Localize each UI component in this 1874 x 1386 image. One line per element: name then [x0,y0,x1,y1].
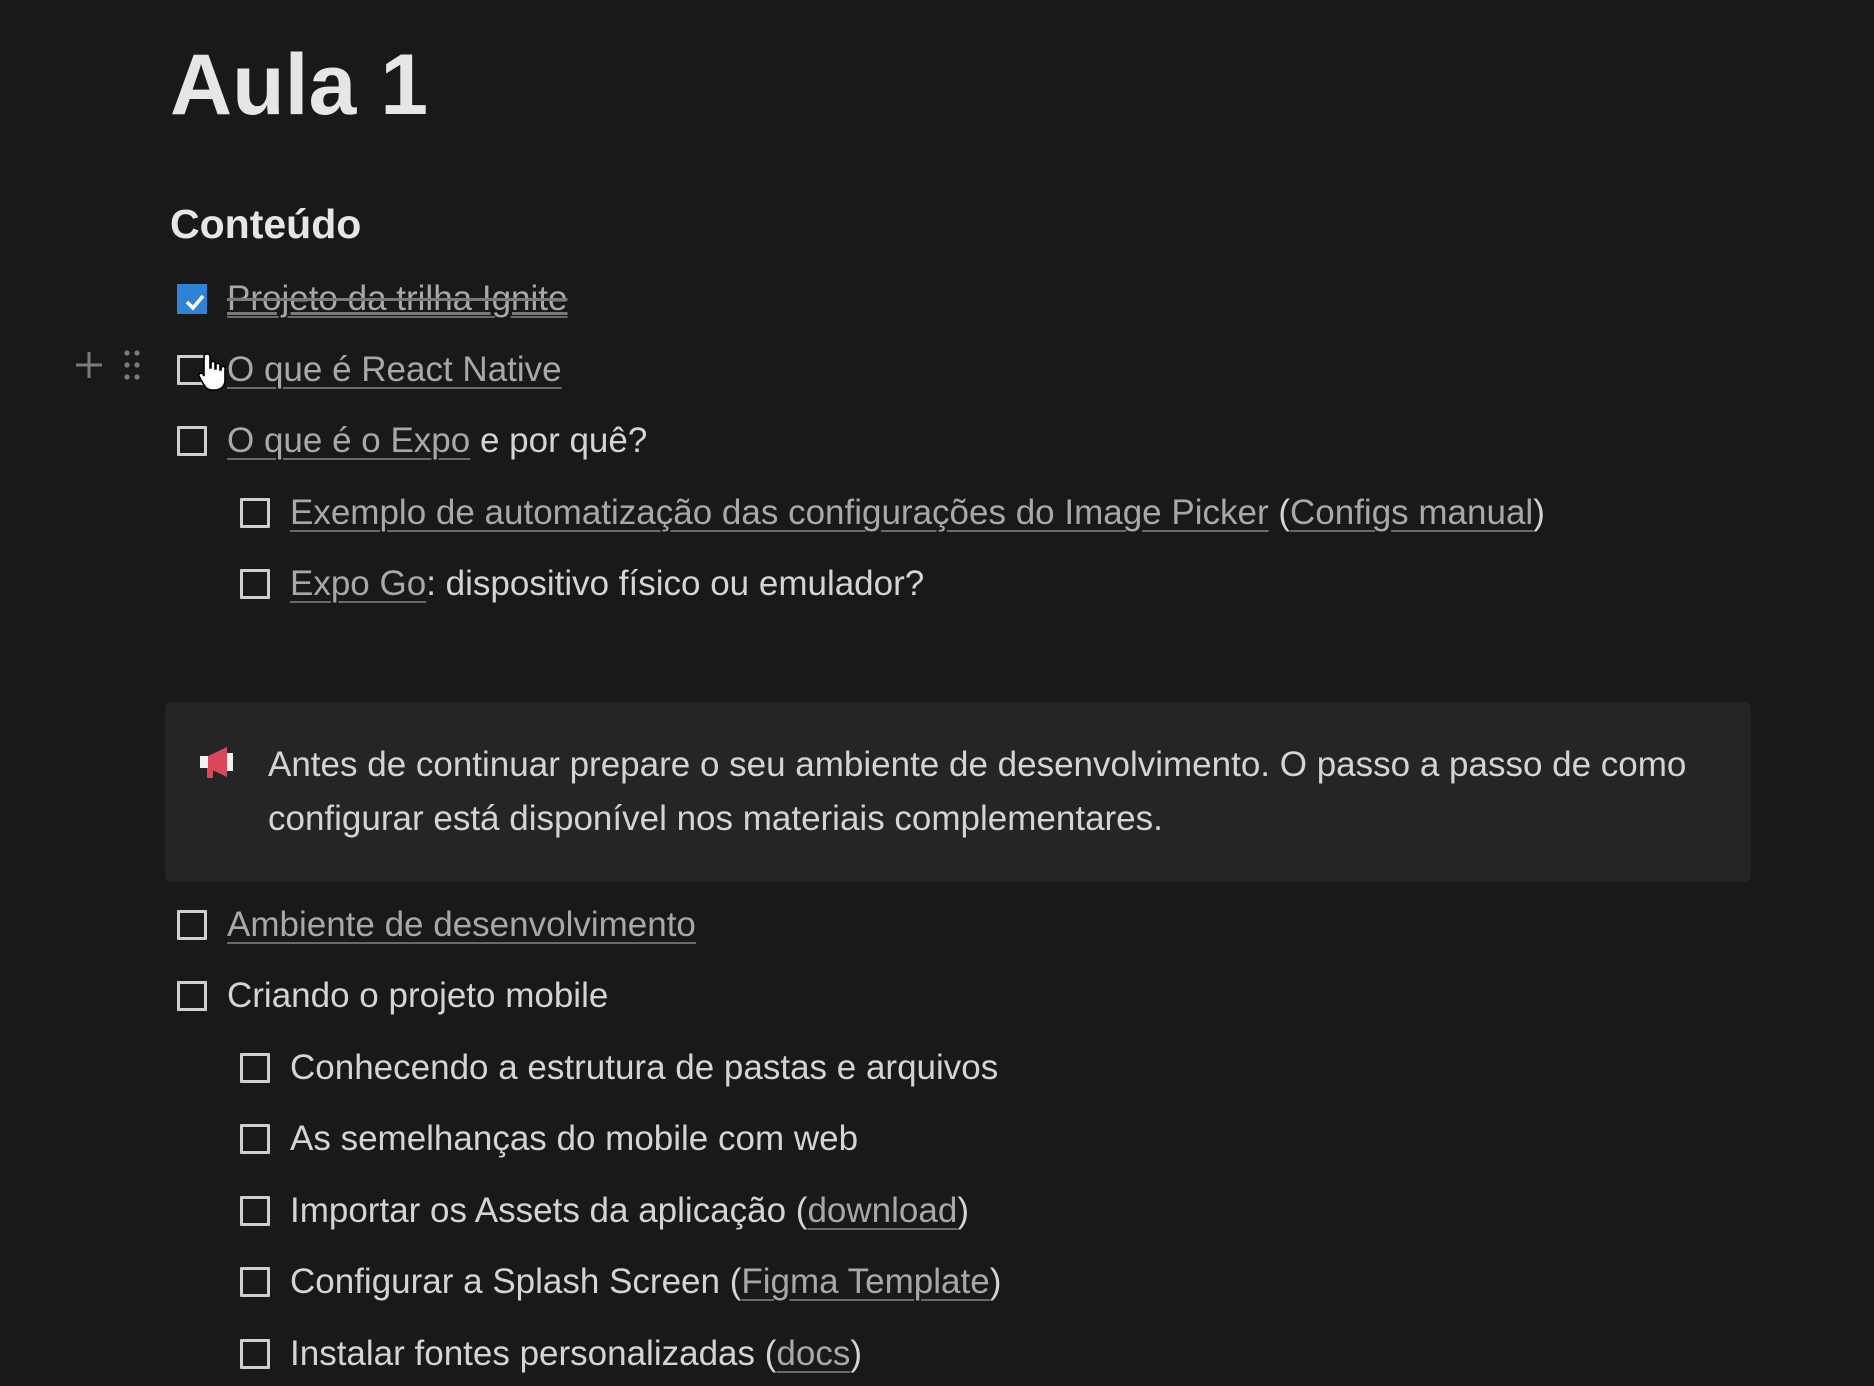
plus-icon[interactable] [74,350,104,385]
checkmark-icon [185,294,205,311]
checkbox[interactable] [240,1339,270,1369]
todo-text-segment: : dispositivo físico ou emulador? [426,564,925,603]
hand-cursor-icon [198,352,228,397]
todo-text: Conhecendo a estrutura de pastas e arqui… [290,1048,998,1088]
notion-page: Aula 1 Conteúdo Projeto da trilha Ignite… [0,0,1874,1386]
checkbox[interactable] [177,981,207,1011]
todo-text: Criando o projeto mobile [227,976,608,1016]
todo-text-segment: Importar os Assets da aplicação ( [290,1191,808,1230]
todo-link[interactable]: Configs manual [1290,493,1533,532]
todo-text: Projeto da trilha Ignite [227,279,567,319]
todo-text-segment: e por quê? [470,421,648,460]
checkbox[interactable] [177,426,207,456]
todo-item[interactable]: Criando o projeto mobile [177,968,608,1024]
todo-text: O que é React Native [227,350,562,390]
todo-text: Importar os Assets da aplicação (downloa… [290,1191,969,1231]
checkbox[interactable] [240,1196,270,1226]
todo-item[interactable]: Exemplo de automatização das configuraçõ… [240,485,1545,541]
megaphone-icon [197,744,237,785]
todo-text-segment: ) [850,1334,862,1373]
todo-item[interactable]: Importar os Assets da aplicação (downloa… [240,1183,969,1239]
todo-text: Ambiente de desenvolvimento [227,905,696,945]
todo-link[interactable]: Figma Template [741,1262,989,1301]
todo-text-segment: ) [1533,493,1545,532]
todo-item[interactable]: Configurar a Splash Screen (Figma Templa… [240,1254,1001,1310]
checkbox[interactable] [240,1267,270,1297]
checkbox[interactable] [240,1053,270,1083]
todo-text-segment: ) [989,1262,1002,1301]
todo-link[interactable]: Projeto da trilha Ignite [227,279,567,318]
todo-text-segment: Configurar a Splash Screen ( [290,1262,742,1301]
todo-item[interactable]: Conhecendo a estrutura de pastas e arqui… [240,1040,998,1096]
todo-item[interactable]: Expo Go: dispositivo físico ou emulador? [240,556,924,612]
todo-item[interactable]: O que é React Native [177,342,562,398]
todo-text: Instalar fontes personalizadas (docs) [290,1334,862,1374]
block-hover-tools [74,348,142,387]
callout-block[interactable]: Antes de continuar prepare o seu ambient… [165,702,1751,882]
todo-text: As semelhanças do mobile com web [290,1119,858,1159]
callout-text: Antes de continuar prepare o seu ambient… [268,745,1687,838]
todo-item[interactable]: As semelhanças do mobile com web [240,1111,858,1167]
todo-link[interactable]: O que é o Expo [227,421,470,460]
checkbox[interactable] [177,910,207,940]
checkbox[interactable] [240,498,270,528]
todo-text-segment: ( [1268,493,1290,532]
todo-link[interactable]: download [807,1191,957,1230]
checkbox[interactable] [240,569,270,599]
todo-item[interactable]: Ambiente de desenvolvimento [177,897,696,953]
todo-text-segment: Conhecendo a estrutura de pastas e arqui… [290,1048,999,1087]
todo-link[interactable]: docs [776,1334,850,1373]
todo-link[interactable]: Ambiente de desenvolvimento [227,905,696,944]
todo-text-segment: Instalar fontes personalizadas ( [290,1334,777,1373]
page-title[interactable]: Aula 1 [170,30,428,140]
checkbox-checked[interactable] [177,284,207,314]
todo-link[interactable]: Expo Go [290,564,426,603]
todo-item[interactable]: O que é o Expo e por quê? [177,413,647,469]
todo-text-segment: ) [957,1191,969,1230]
todo-link[interactable]: O que é React Native [227,350,562,389]
todo-item[interactable]: Projeto da trilha Ignite [177,271,567,327]
drag-handle-icon[interactable] [122,348,142,387]
todo-item[interactable]: Instalar fontes personalizadas (docs) [240,1326,862,1382]
todo-text-segment: Criando o projeto mobile [227,976,609,1015]
todo-link[interactable]: Exemplo de automatização das configuraçõ… [290,493,1269,532]
todo-text-segment: As semelhanças do mobile com web [290,1119,859,1158]
section-heading[interactable]: Conteúdo [170,196,361,252]
todo-text: Exemplo de automatização das configuraçõ… [290,493,1545,533]
todo-text: Configurar a Splash Screen (Figma Templa… [290,1262,1001,1302]
todo-text: Expo Go: dispositivo físico ou emulador? [290,564,924,604]
checkbox[interactable] [240,1124,270,1154]
todo-text: O que é o Expo e por quê? [227,421,647,461]
